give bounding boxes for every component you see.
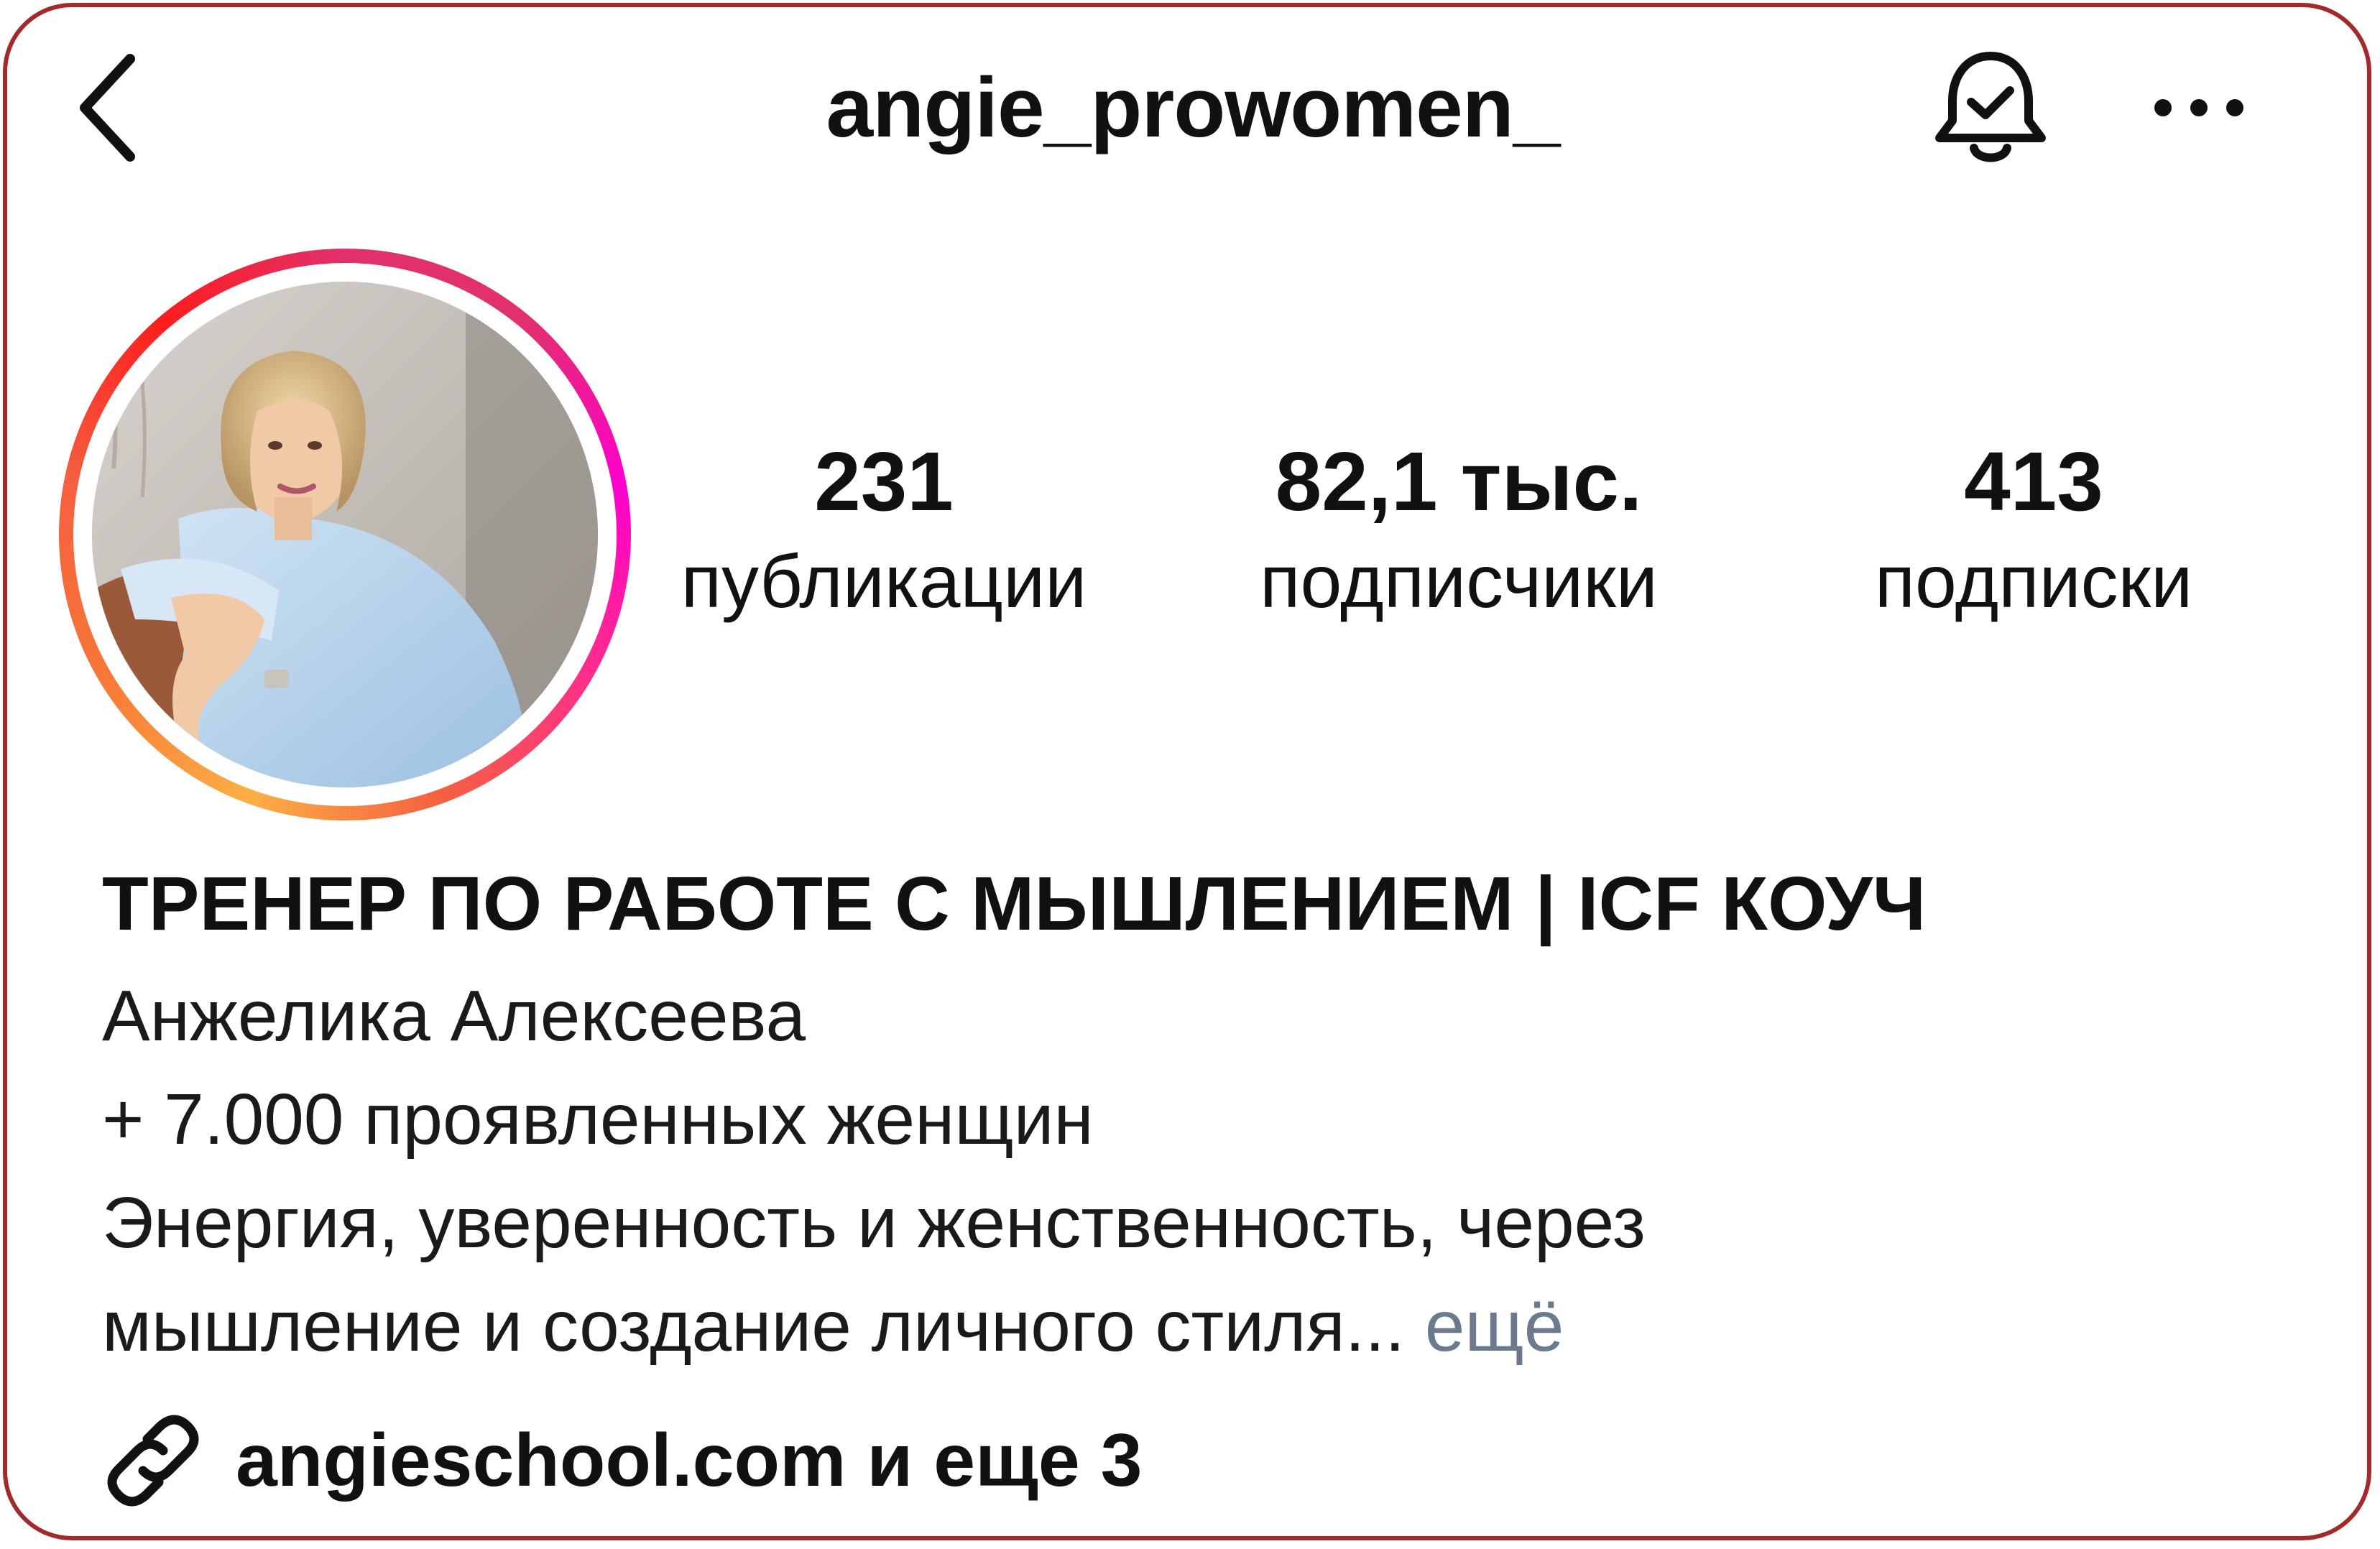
following-count: 413 — [1964, 435, 2103, 528]
bio-more-link[interactable]: ещё — [1425, 1286, 1564, 1367]
story-ring[interactable] — [59, 249, 631, 820]
stat-followers[interactable]: 82,1 тыс. подписчики — [1200, 431, 1717, 632]
bio-line-text: мышление и создание личного стиля... — [102, 1286, 1405, 1367]
more-options-button[interactable] — [2134, 50, 2264, 165]
followers-count: 82,1 тыс. — [1275, 435, 1643, 528]
bell-check-icon — [1935, 52, 2046, 162]
avatar-ring-gap — [73, 263, 617, 806]
profile-link[interactable]: angieschool.com и еще 3 — [99, 1407, 1142, 1515]
followers-label: подписчики — [1260, 540, 1658, 624]
notifications-button[interactable] — [1919, 36, 2062, 180]
bio-line: + 7.000 проявленных женщин — [102, 1079, 1094, 1160]
profile-card: angie_prowomen_ 231 публикации 82,1 тыс.… — [3, 3, 2371, 1540]
avatar — [92, 282, 598, 787]
chevron-left-icon — [80, 54, 135, 162]
bio-full-name: Анжелика Алексеева — [102, 976, 806, 1056]
following-label: подписки — [1874, 540, 2193, 624]
bio-line-with-more: мышление и создание личного стиля... ещё — [102, 1276, 1564, 1377]
link-text: angieschool.com и еще 3 — [236, 1419, 1143, 1502]
bio-line: Энергия, уверенность и женственность, че… — [102, 1183, 1646, 1263]
posts-label: публикации — [681, 540, 1087, 624]
more-horizontal-icon — [2154, 99, 2243, 116]
back-button[interactable] — [76, 36, 170, 180]
stat-posts[interactable]: 231 публикации — [640, 431, 1128, 632]
profile-username: angie_prowomen_ — [826, 60, 1560, 155]
posts-count: 231 — [814, 435, 954, 528]
bio-title: ТРЕНЕР ПО РАБОТЕ С МЫШЛЕНИЕМ | ICF КОУЧ — [102, 861, 1927, 946]
stat-following[interactable]: 413 подписки — [1818, 431, 2249, 632]
link-icon — [99, 1407, 207, 1515]
avatar-photo — [92, 282, 598, 787]
